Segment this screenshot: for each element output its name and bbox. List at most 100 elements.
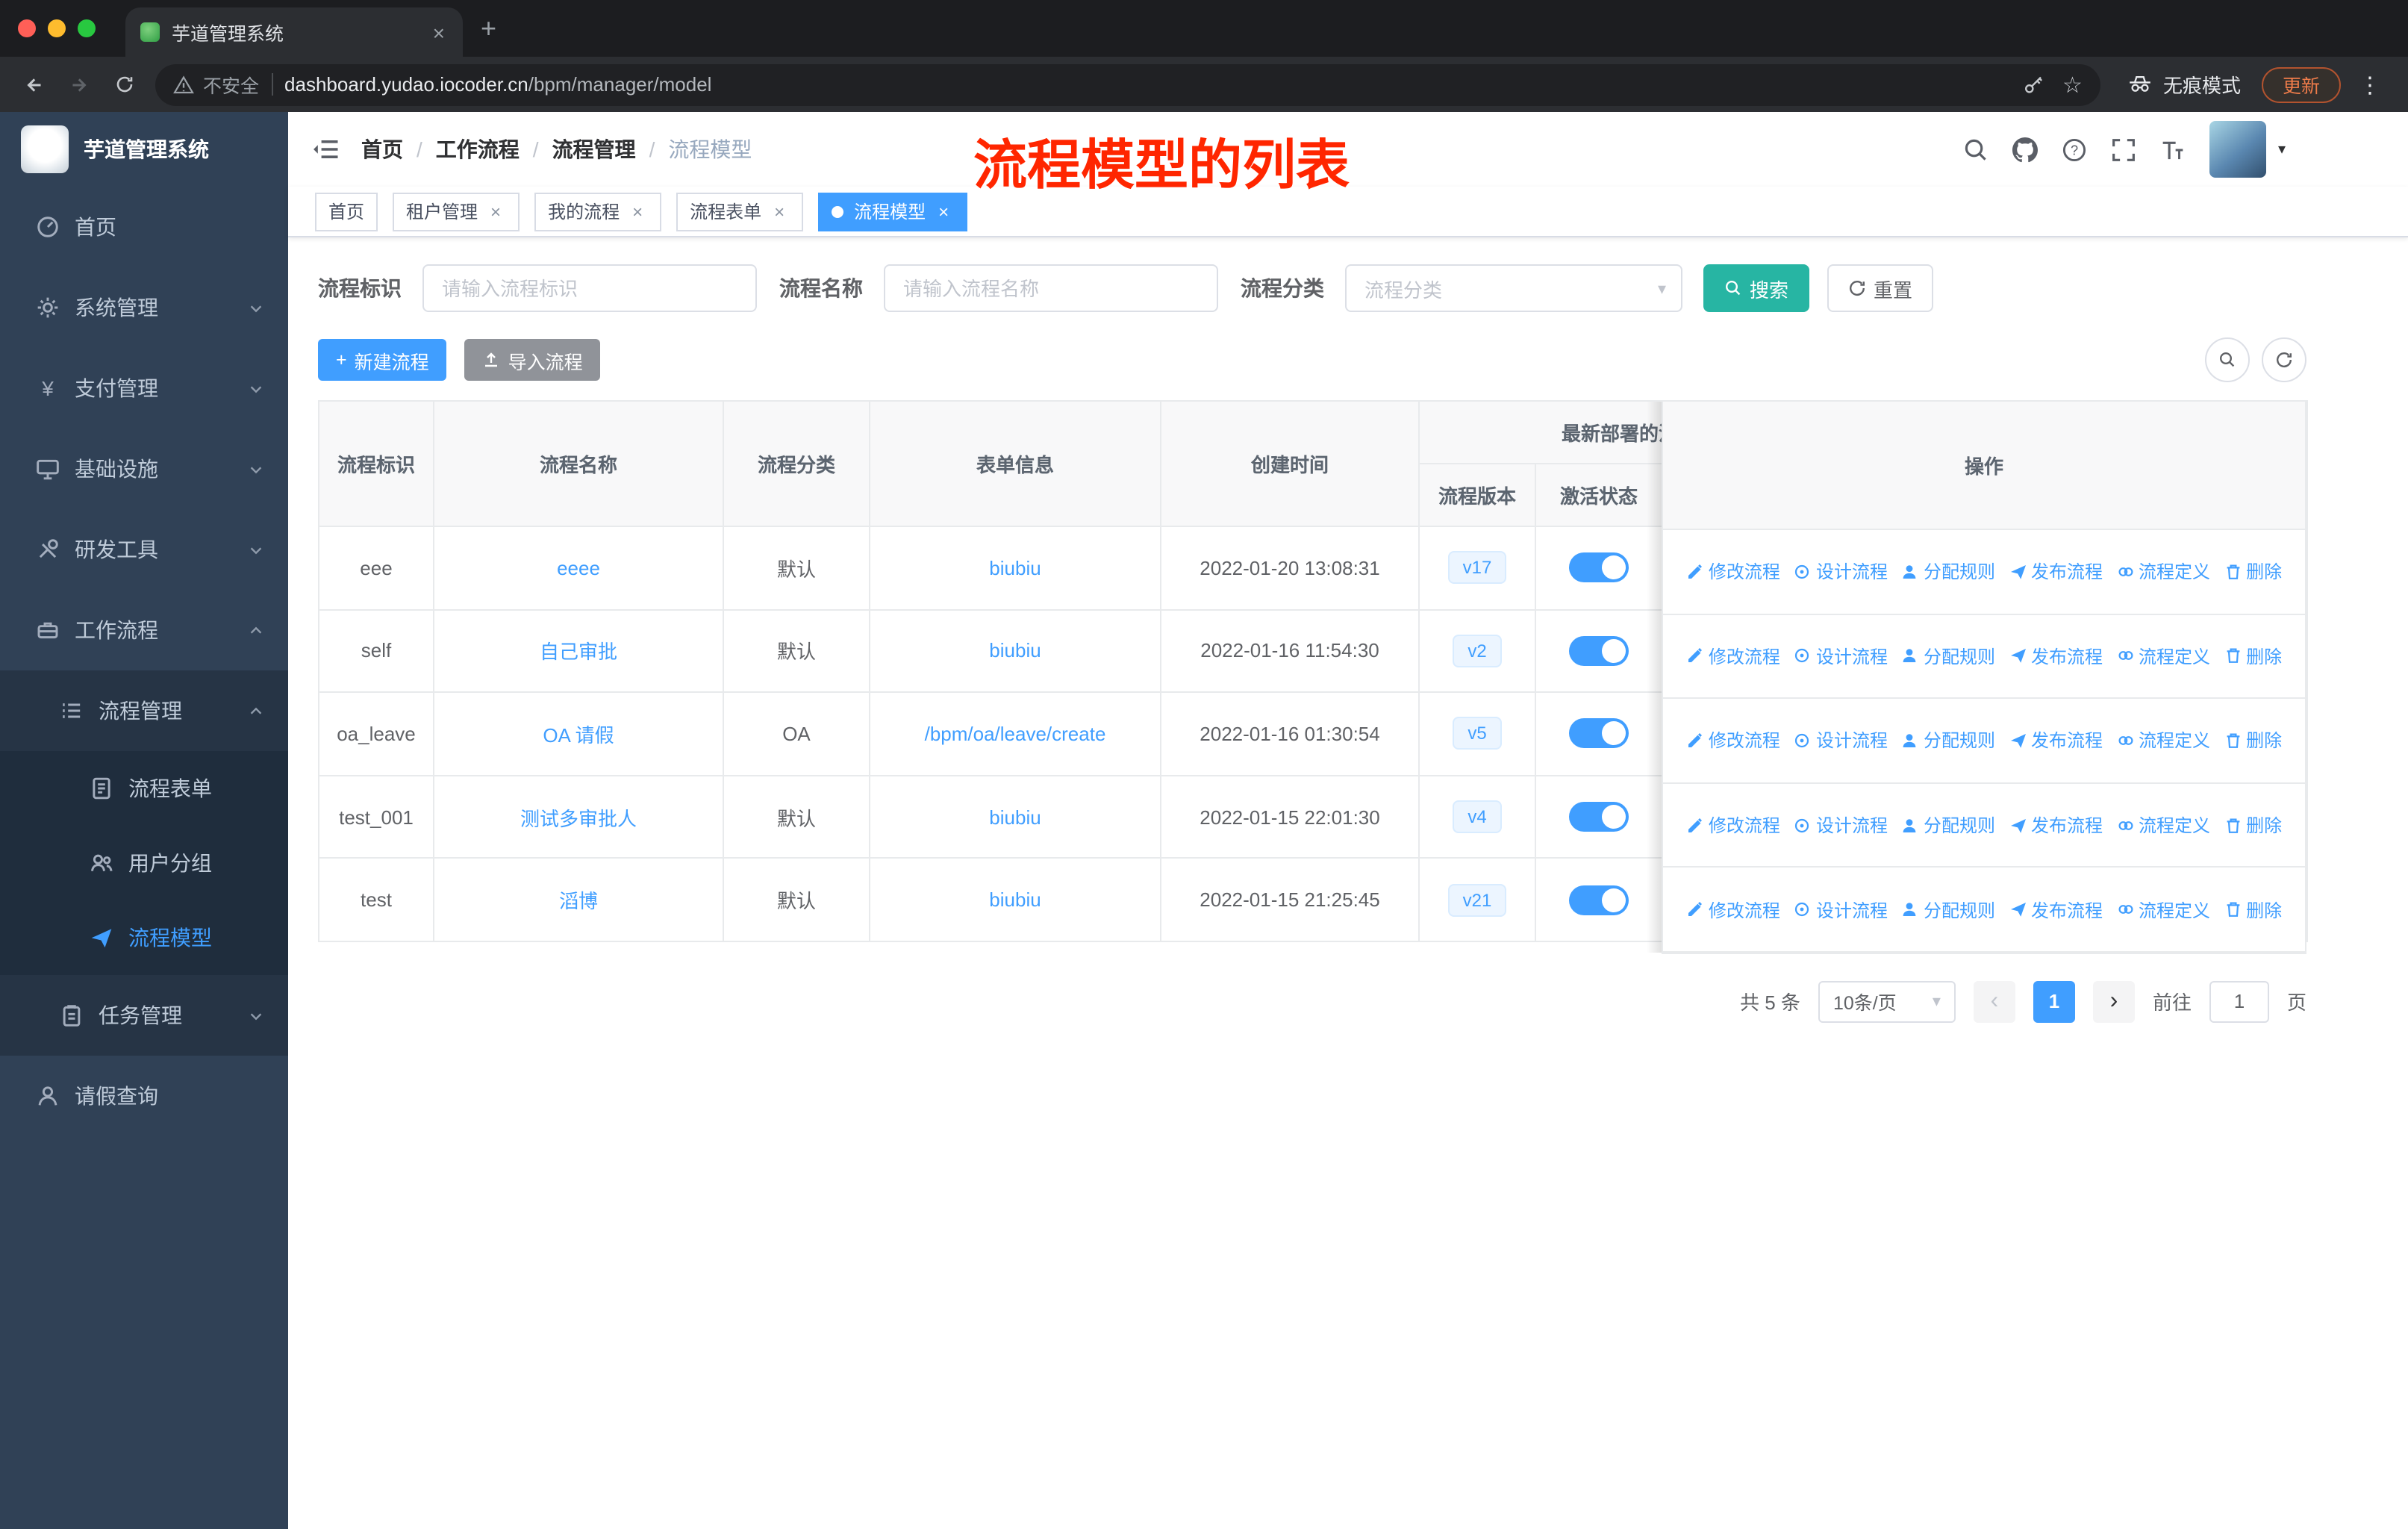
process-name-input[interactable] bbox=[884, 264, 1218, 312]
form-info-link[interactable]: /bpm/oa/leave/create bbox=[925, 723, 1106, 745]
form-info-link[interactable]: biubiu bbox=[989, 888, 1041, 911]
design-process-link[interactable]: 设计流程 bbox=[1794, 559, 1888, 585]
assign-rule-link[interactable]: 分配规则 bbox=[1901, 644, 1995, 669]
next-page-button[interactable]: › bbox=[2092, 980, 2135, 1023]
sidebar-item-home[interactable]: 首页 bbox=[0, 187, 288, 267]
process-definition-link[interactable]: 流程定义 bbox=[2116, 644, 2210, 669]
header-search-button[interactable] bbox=[1963, 137, 1989, 162]
new-tab-button[interactable]: + bbox=[481, 15, 496, 42]
sidebar-item-system[interactable]: 系统管理 bbox=[0, 267, 288, 348]
reload-button[interactable] bbox=[105, 65, 143, 104]
reset-button[interactable]: 重置 bbox=[1827, 264, 1934, 312]
fullscreen-button[interactable] bbox=[2111, 137, 2136, 162]
category-select[interactable]: 流程分类 ▾ bbox=[1345, 264, 1682, 312]
breadcrumb-item[interactable]: 流程管理 bbox=[552, 134, 636, 164]
user-avatar[interactable] bbox=[2209, 121, 2266, 178]
sidebar-item-process-form[interactable]: 流程表单 bbox=[0, 751, 288, 826]
publish-process-link[interactable]: 发布流程 bbox=[2009, 559, 2103, 585]
sidebar-item-workflow[interactable]: 工作流程 bbox=[0, 590, 288, 670]
process-name-link[interactable]: eeee bbox=[557, 557, 600, 579]
security-status[interactable]: 不安全 bbox=[173, 70, 259, 99]
browser-tab[interactable]: 芋道管理系统 × bbox=[125, 7, 463, 57]
design-process-link[interactable]: 设计流程 bbox=[1794, 812, 1888, 838]
process-key-input[interactable] bbox=[422, 264, 757, 312]
publish-process-link[interactable]: 发布流程 bbox=[2009, 644, 2103, 669]
sidebar-item-infra[interactable]: 基础设施 bbox=[0, 429, 288, 509]
modify-process-link[interactable]: 修改流程 bbox=[1686, 644, 1780, 669]
back-button[interactable] bbox=[15, 65, 54, 104]
active-toggle[interactable] bbox=[1569, 552, 1629, 583]
tag-close-icon[interactable]: × bbox=[933, 201, 954, 222]
tag-close-icon[interactable]: × bbox=[769, 201, 790, 222]
process-name-link[interactable]: OA 请假 bbox=[543, 724, 614, 747]
search-button[interactable]: 搜索 bbox=[1703, 264, 1810, 312]
page-size-select[interactable]: 10条/页 ▾ bbox=[1818, 980, 1956, 1023]
form-info-link[interactable]: biubiu bbox=[989, 557, 1041, 579]
bookmark-star-icon[interactable]: ☆ bbox=[2062, 71, 2083, 98]
publish-process-link[interactable]: 发布流程 bbox=[2009, 897, 2103, 922]
browser-menu-icon[interactable]: ⋮ bbox=[2347, 71, 2393, 98]
form-info-link[interactable]: biubiu bbox=[989, 640, 1041, 662]
design-process-link[interactable]: 设计流程 bbox=[1794, 897, 1888, 922]
modify-process-link[interactable]: 修改流程 bbox=[1686, 728, 1780, 753]
tag-my-process[interactable]: 我的流程 × bbox=[534, 192, 662, 231]
forward-button[interactable] bbox=[60, 65, 99, 104]
assign-rule-link[interactable]: 分配规则 bbox=[1901, 728, 1995, 753]
sidebar-item-task-mgmt[interactable]: 任务管理 bbox=[0, 975, 288, 1056]
toggle-search-button[interactable] bbox=[2205, 337, 2250, 382]
goto-page-input[interactable] bbox=[2209, 980, 2269, 1023]
delete-process-link[interactable]: 删除 bbox=[2224, 897, 2282, 922]
process-definition-link[interactable]: 流程定义 bbox=[2116, 728, 2210, 753]
address-bar[interactable]: 不安全 dashboard.yudao.iocoder.cn/bpm/manag… bbox=[155, 63, 2100, 105]
window-close-button[interactable] bbox=[18, 19, 36, 37]
delete-process-link[interactable]: 删除 bbox=[2224, 812, 2282, 838]
design-process-link[interactable]: 设计流程 bbox=[1794, 644, 1888, 669]
assign-rule-link[interactable]: 分配规则 bbox=[1901, 812, 1995, 838]
delete-process-link[interactable]: 删除 bbox=[2224, 728, 2282, 753]
tag-close-icon[interactable]: × bbox=[485, 201, 506, 222]
import-process-button[interactable]: 导入流程 bbox=[464, 339, 601, 381]
refresh-table-button[interactable] bbox=[2262, 337, 2306, 382]
active-toggle[interactable] bbox=[1569, 885, 1629, 915]
sidebar-logo[interactable]: 芋道管理系统 bbox=[0, 112, 288, 187]
process-definition-link[interactable]: 流程定义 bbox=[2116, 559, 2210, 585]
sidebar-item-process-mgmt[interactable]: 流程管理 bbox=[0, 670, 288, 751]
font-size-button[interactable] bbox=[2160, 137, 2186, 162]
active-toggle[interactable] bbox=[1569, 802, 1629, 832]
delete-process-link[interactable]: 删除 bbox=[2224, 559, 2282, 585]
design-process-link[interactable]: 设计流程 bbox=[1794, 728, 1888, 753]
tag-close-icon[interactable]: × bbox=[627, 201, 648, 222]
help-button[interactable]: ? bbox=[2062, 137, 2087, 162]
github-button[interactable] bbox=[2012, 137, 2038, 162]
create-process-button[interactable]: + 新建流程 bbox=[318, 339, 447, 381]
tag-process-model[interactable]: 流程模型 × bbox=[818, 192, 968, 231]
process-name-link[interactable]: 自己审批 bbox=[540, 641, 617, 664]
breadcrumb-item[interactable]: 工作流程 bbox=[436, 134, 520, 164]
modify-process-link[interactable]: 修改流程 bbox=[1686, 812, 1780, 838]
active-toggle[interactable] bbox=[1569, 635, 1629, 666]
sidebar-item-user-group[interactable]: 用户分组 bbox=[0, 826, 288, 900]
process-name-link[interactable]: 测试多审批人 bbox=[520, 807, 637, 829]
sidebar-item-process-model[interactable]: 流程模型 bbox=[0, 900, 288, 975]
modify-process-link[interactable]: 修改流程 bbox=[1686, 559, 1780, 585]
sidebar-collapse-button[interactable] bbox=[312, 136, 339, 163]
window-zoom-button[interactable] bbox=[78, 19, 96, 37]
tag-home[interactable]: 首页 bbox=[315, 192, 378, 231]
sidebar-item-leave-query[interactable]: 请假查询 bbox=[0, 1056, 288, 1136]
tab-close-icon[interactable]: × bbox=[430, 19, 448, 46]
assign-rule-link[interactable]: 分配规则 bbox=[1901, 897, 1995, 922]
process-definition-link[interactable]: 流程定义 bbox=[2116, 812, 2210, 838]
chrome-update-button[interactable]: 更新 bbox=[2261, 66, 2341, 102]
breadcrumb-item[interactable]: 首页 bbox=[361, 134, 403, 164]
tag-process-form[interactable]: 流程表单 × bbox=[676, 192, 804, 231]
publish-process-link[interactable]: 发布流程 bbox=[2009, 812, 2103, 838]
process-name-link[interactable]: 滔博 bbox=[559, 890, 598, 912]
current-page-button[interactable]: 1 bbox=[2033, 980, 2075, 1023]
window-minimize-button[interactable] bbox=[48, 19, 66, 37]
process-definition-link[interactable]: 流程定义 bbox=[2116, 897, 2210, 922]
assign-rule-link[interactable]: 分配规则 bbox=[1901, 559, 1995, 585]
tag-tenant[interactable]: 租户管理 × bbox=[393, 192, 520, 231]
delete-process-link[interactable]: 删除 bbox=[2224, 644, 2282, 669]
form-info-link[interactable]: biubiu bbox=[989, 806, 1041, 828]
prev-page-button[interactable]: ‹ bbox=[1973, 980, 2015, 1023]
